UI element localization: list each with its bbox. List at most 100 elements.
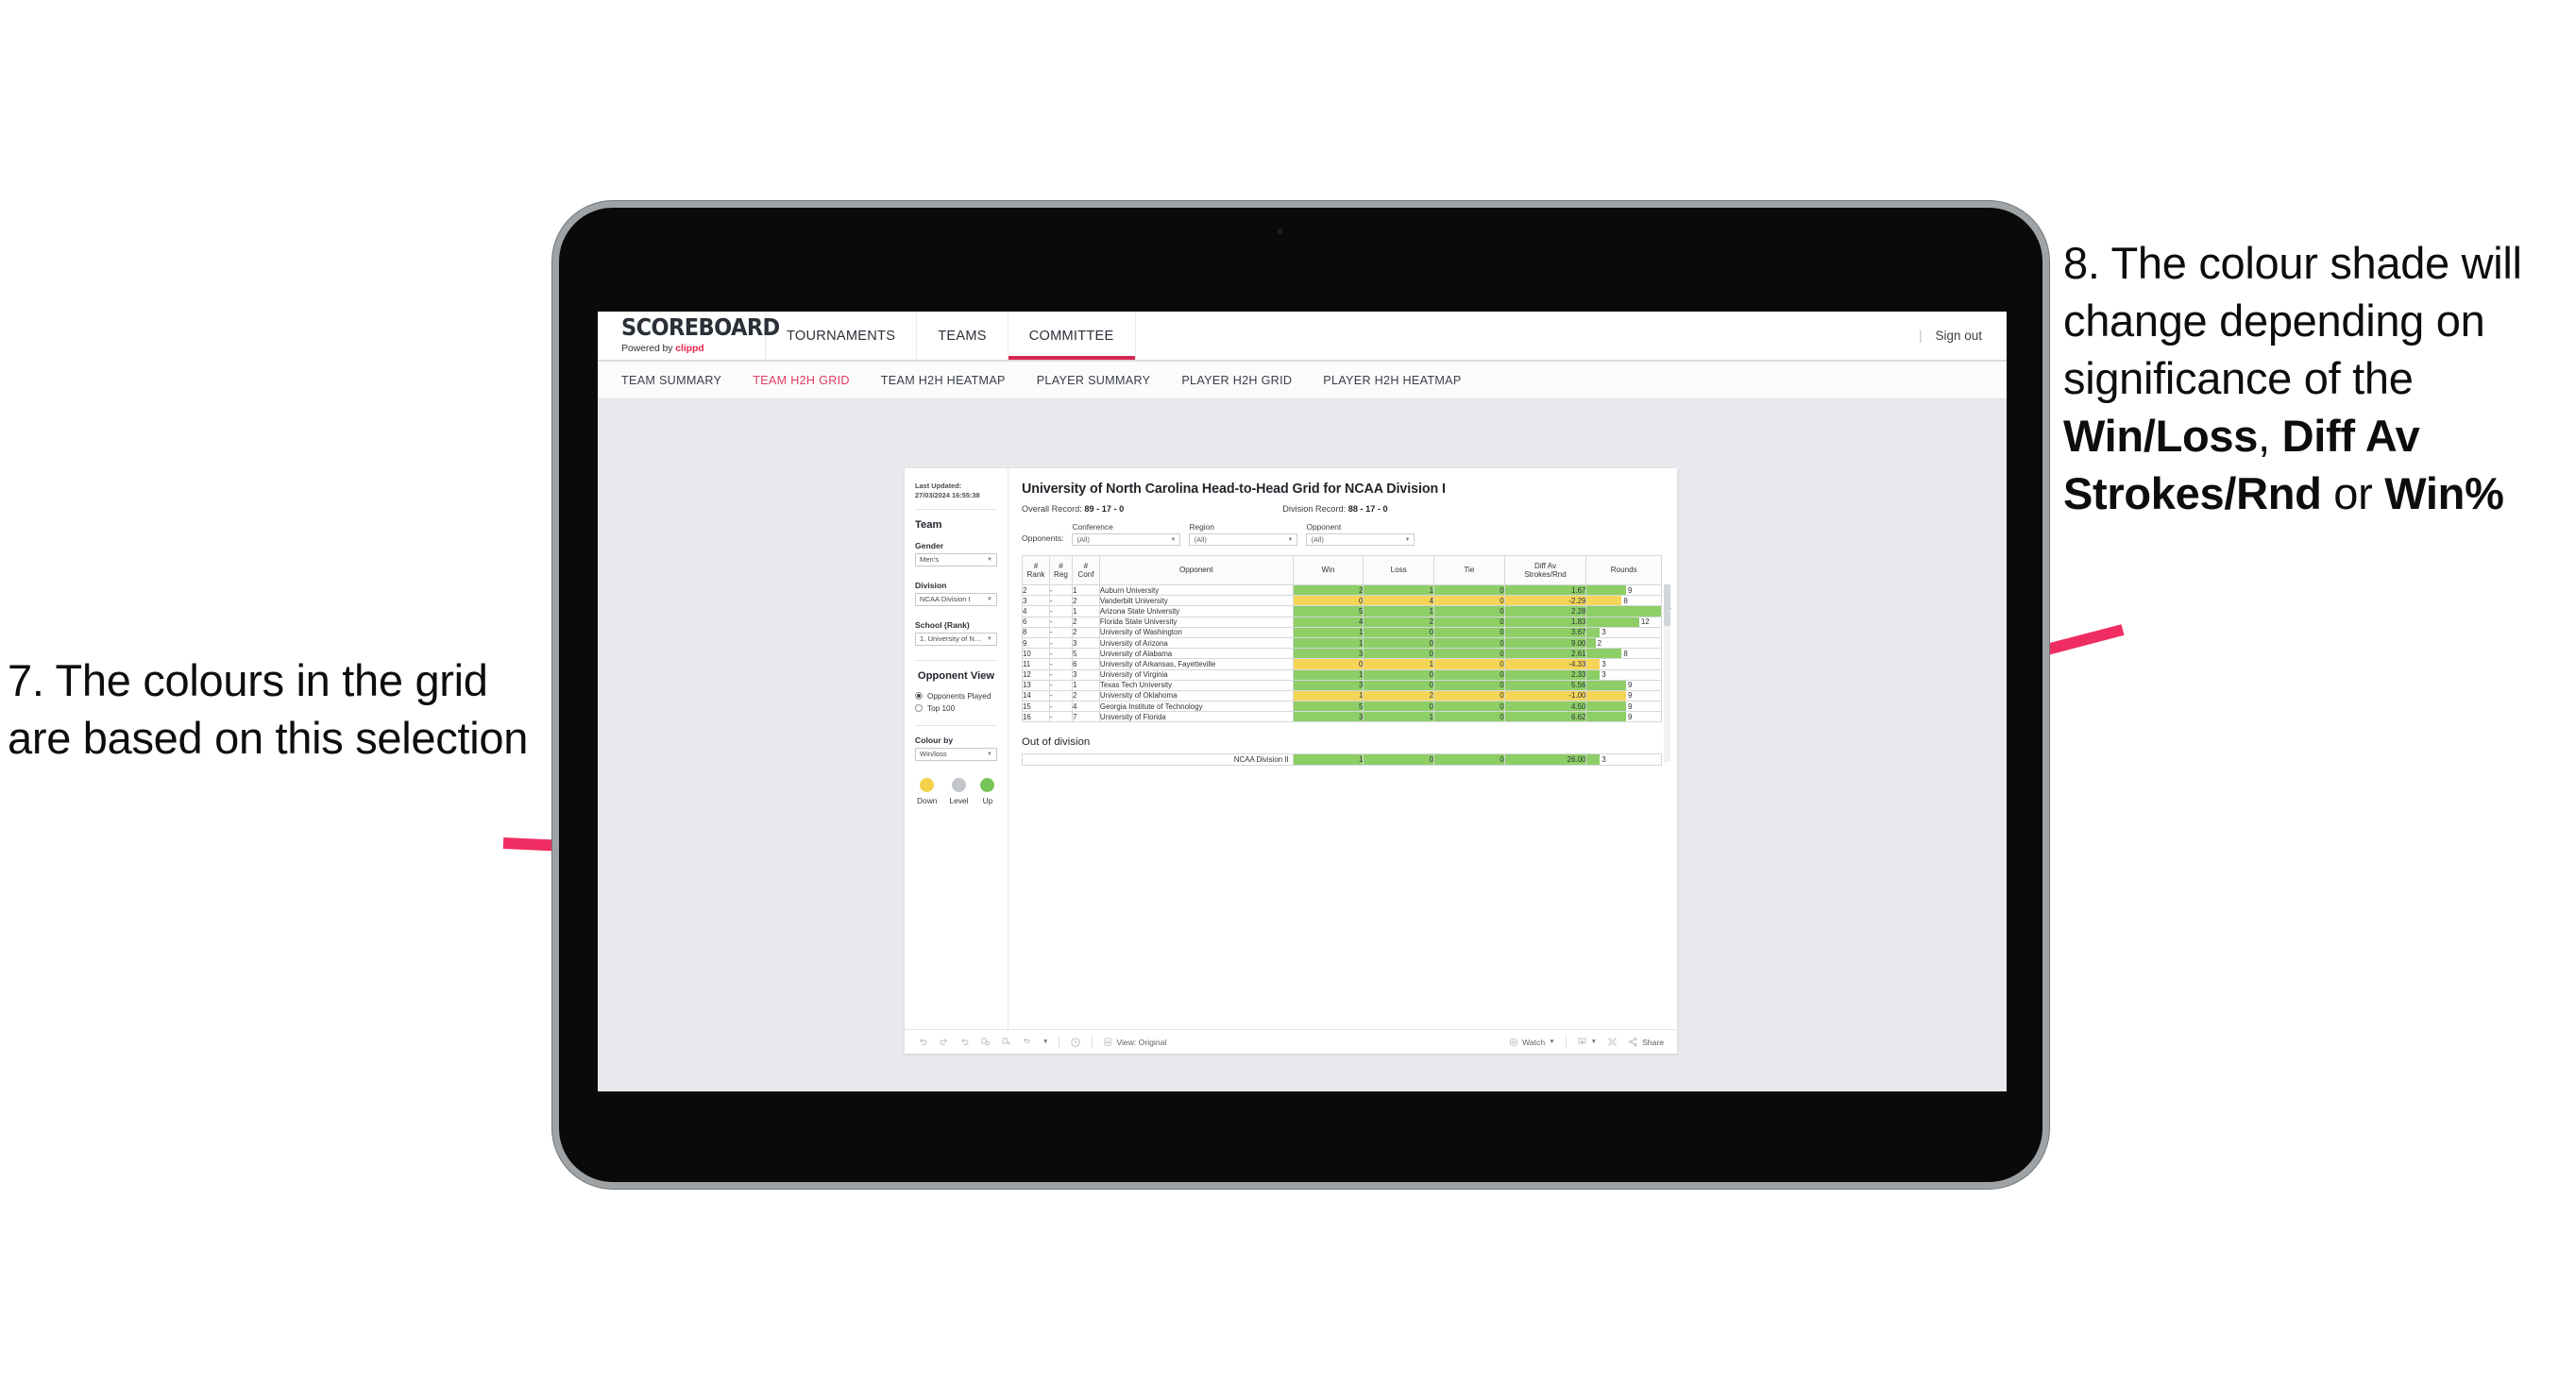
toolbar-divider-2 [1092,1036,1093,1048]
download-button[interactable]: ▼ [1577,1037,1597,1047]
out-of-division-row[interactable]: NCAA Division II 1 0 0 26.00 3 [1022,753,1662,766]
table-row[interactable]: 4-1Arizona State University5102.2817 [1022,605,1671,617]
signout-link[interactable]: Sign out [1935,329,1982,343]
table-row[interactable]: 9-3 University of Arizona 1 0 0 9.00 2 [1022,636,1662,650]
out-of-division-cell-win: 1 [1292,753,1364,766]
table-row[interactable]: 8-2 University of Washington 1 0 0 3.67 3 [1022,626,1662,638]
rounds-value: 3 [1602,628,1606,637]
view-original-button[interactable]: View: Original [1103,1037,1166,1047]
rounds-bar-cell: 17 [1585,605,1671,617]
redo-icon[interactable] [939,1037,949,1047]
school-select[interactable]: 1. University of Nort... ▼ [915,632,997,646]
col-header-conf-l2: Conf [1077,570,1094,579]
overall-record-label: Overall Record: [1022,504,1085,514]
col-header-reg: # Reg [1048,555,1073,585]
alerts-icon[interactable] [1022,1037,1032,1047]
table-row[interactable]: 3-2 Vanderbilt University 0 4 0 -2.29 8 [1022,595,1662,607]
chevron-down-icon: ▼ [1590,1039,1598,1045]
table-row[interactable]: 14-2 University of Oklahoma 1 2 0 -1.00 9 [1022,689,1662,702]
rounds-bar [1586,649,1622,659]
refresh-data-icon[interactable] [980,1037,991,1047]
cell-conf: 2 [1071,616,1100,628]
rounds-bar-cell: 9 [1585,583,1662,597]
radio-opponents-played[interactable]: Opponents Played [915,692,997,701]
division-record: Division Record: 88 - 17 - 0 [1282,504,1387,514]
subnav-item-team-summary[interactable]: TEAM SUMMARY [621,374,721,387]
cell-opponent: University of Alabama [1098,648,1294,660]
topnav-item-tournaments[interactable]: TOURNAMENTS [766,312,918,360]
cell-loss: 0 [1363,626,1435,638]
view-original-label: View: Original [1116,1037,1167,1047]
rounds-bar-cell: 8 [1585,595,1662,607]
colour-by-select[interactable]: Win/loss ▼ [915,747,997,761]
filter-opponent-select[interactable]: (All) ▼ [1306,533,1415,546]
share-button[interactable]: Share [1628,1037,1664,1047]
subnav-item-player-summary[interactable]: PLAYER SUMMARY [1037,374,1151,387]
table-row[interactable]: 6-2 Florida State University 4 2 0 1.83 12 [1022,616,1662,628]
cell-rank: 15 [1022,701,1050,713]
table-scrollbar-thumb[interactable] [1664,584,1670,626]
table-row[interactable]: 2-1 Auburn University 2 1 0 1.67 9 [1022,583,1662,597]
cell-loss: 0 [1363,701,1435,713]
filter-conference-select[interactable]: (All) ▼ [1072,533,1181,546]
col-header-diff-l2: Strokes/Rnd [1524,570,1567,579]
cell-tie: 0 [1433,648,1505,660]
table-row[interactable]: 10-5 University of Alabama 3 0 0 2.61 8 [1022,648,1662,660]
subnav-item-team-h2h-heatmap[interactable]: TEAM H2H HEATMAP [881,374,1006,387]
table-row[interactable]: 12-3 University of Virginia 1 0 0 2.33 3 [1022,668,1662,681]
cell-tie: 0 [1433,595,1505,607]
table-row[interactable]: 13-1 Texas Tech University 3 0 0 5.56 9 [1022,679,1662,691]
rounds-bar-cell: 3 [1585,626,1662,638]
filter-region-select[interactable]: (All) ▼ [1189,533,1298,546]
gender-select[interactable]: Men's ▼ [915,552,997,566]
table-scrollbar[interactable] [1664,584,1670,762]
opponent-filters: Opponents: Conference (All) ▼ Region (Al… [1022,522,1662,546]
cell-rank: 9 [1022,636,1050,650]
table-row[interactable]: 15-4 Georgia Institute of Technology 5 0 0 4.… [1022,701,1662,713]
undo-icon[interactable] [918,1037,928,1047]
table-row[interactable]: 16-7 University of Florida 3 1 0 6.62 9 [1022,711,1662,723]
topnav-item-committee[interactable]: COMMITTEE [1008,312,1136,360]
subnav-item-player-h2h-heatmap[interactable]: PLAYER H2H HEATMAP [1323,374,1461,387]
chevron-down-icon[interactable]: ▼ [1042,1039,1048,1045]
revert-icon[interactable] [959,1037,970,1047]
cell-opponent: University of Virginia [1098,668,1294,681]
cell-opponent: University of Arkansas, Fayetteville [1098,658,1294,670]
colour-by-value: Win/loss [920,750,947,759]
filter-conference-label: Conference [1072,522,1113,532]
table-body: 2-1 Auburn University 2 1 0 1.67 9 3-2 Vanderbil… [1022,583,1671,723]
col-header-loss: Loss [1363,555,1435,585]
cell-win: 2 [1292,583,1364,597]
cell-reg: - [1048,636,1073,650]
subnav-item-player-h2h-grid[interactable]: PLAYER H2H GRID [1181,374,1292,387]
col-header-reg-l1: # [1059,561,1063,570]
cell-loss: 0 [1363,679,1435,691]
pause-icon[interactable] [1001,1037,1011,1047]
radio-selected-icon [915,692,923,701]
viz-toolbar: ▼ View: Original Watch ▼ ▼ Share [905,1029,1677,1054]
rounds-bar-cell: 12 [1585,616,1662,628]
cell-tie: 0 [1433,636,1505,650]
rounds-bar-cell: 9 [1585,711,1662,723]
division-select[interactable]: NCAA Division I ▼ [915,592,997,606]
division-record-value: 88 - 17 - 0 [1347,504,1388,514]
clock-icon[interactable] [1070,1037,1081,1048]
chevron-down-icon: ▼ [1287,536,1294,543]
table-row[interactable]: 11-6 University of Arkansas, Fayetteville… [1022,658,1662,670]
subnav-item-team-h2h-grid[interactable]: TEAM H2H GRID [753,374,850,387]
cell-reg: - [1048,626,1073,638]
topnav-item-teams[interactable]: TEAMS [917,312,1008,360]
watch-button[interactable]: Watch ▼ [1509,1038,1555,1047]
radio-top-100[interactable]: Top 100 [915,704,997,713]
cell-diff: 2.61 [1503,648,1587,660]
fullscreen-icon[interactable] [1607,1037,1618,1047]
cell-tie: 0 [1433,668,1505,681]
cell-diff: 1.83 [1503,616,1587,628]
cell-tie: 0 [1433,626,1505,638]
filter-conference: Conference (All) ▼ [1072,522,1181,546]
cell-reg: - [1048,658,1073,670]
cell-reg: - [1048,711,1073,723]
brand-name: SCOREBOARD [621,313,780,342]
filter-opponent: Opponent (All) ▼ [1306,522,1415,546]
division-label: Division [915,580,947,590]
